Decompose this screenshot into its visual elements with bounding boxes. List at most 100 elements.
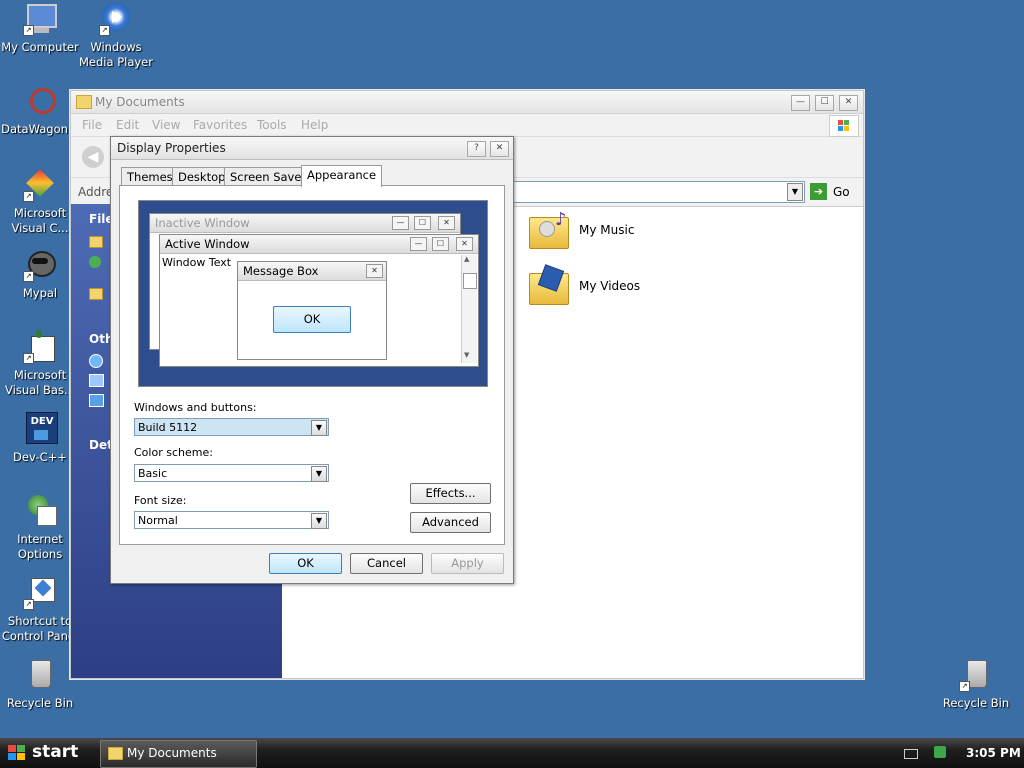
folder-icon <box>108 747 123 760</box>
tab-desktop[interactable]: Desktop <box>172 167 232 186</box>
folder-icon <box>76 95 92 109</box>
publish-icon[interactable] <box>89 256 101 268</box>
icon-label: DataWagon... <box>1 122 79 136</box>
preview-message-title: Message Box <box>243 264 319 278</box>
address-input[interactable] <box>513 181 805 203</box>
icon-label: Microsoft <box>13 368 67 382</box>
network-tray-icon[interactable] <box>934 746 946 758</box>
shortcut-arrow-icon: ↗ <box>959 681 970 692</box>
desktop-icon-datawagon[interactable]: DataWagon... <box>0 84 80 137</box>
chevron-down-icon[interactable]: ▼ <box>311 420 327 436</box>
font-size-value: Normal <box>138 514 178 527</box>
explorer-title: My Documents <box>95 95 185 109</box>
start-button[interactable]: start <box>0 738 88 768</box>
preview-ok-button: OK <box>273 306 351 333</box>
help-button[interactable]: ? <box>467 141 486 157</box>
menu-tools[interactable]: Tools <box>257 118 287 132</box>
taskbar-item-label: My Documents <box>127 746 217 760</box>
icon-label: Shortcut to <box>7 614 73 628</box>
menu-help[interactable]: Help <box>301 118 328 132</box>
icon-label: Visual C... <box>11 221 69 235</box>
dev-cpp-icon: DEV <box>23 412 58 446</box>
appearance-preview: Inactive Window — ☐ ✕ Active Window — ☐ … <box>138 200 488 387</box>
ie-icon[interactable] <box>89 354 103 368</box>
clock[interactable]: 3:05 PM <box>966 746 1021 760</box>
minimize-button[interactable]: — <box>791 95 810 111</box>
tab-appearance[interactable]: Appearance <box>301 165 383 187</box>
font-size-select[interactable]: Normal ▼ <box>134 511 329 529</box>
menu-file[interactable]: File <box>82 118 102 132</box>
desktop-icon-dev-cpp[interactable]: DEV Dev-C++ <box>0 412 80 465</box>
preview-scrollbar: ▲ ▼ <box>461 255 477 363</box>
dialog-close-button[interactable]: ✕ <box>490 141 509 157</box>
chevron-down-icon[interactable]: ▼ <box>311 466 327 482</box>
windows-buttons-value: Build 5112 <box>138 421 198 434</box>
display-properties-dialog[interactable]: Display Properties ? ✕ Themes Desktop Sc… <box>110 136 514 584</box>
system-tray: 3:05 PM <box>884 738 1024 768</box>
taskbar-item-my-documents[interactable]: My Documents <box>100 740 257 768</box>
shortcut-arrow-icon: ↗ <box>23 599 34 610</box>
address-dropdown-button[interactable]: ▼ <box>787 183 803 201</box>
ok-button[interactable]: OK <box>269 553 342 574</box>
taskbar: start My Documents 3:05 PM <box>0 738 1024 768</box>
color-scheme-select[interactable]: Basic ▼ <box>134 464 329 482</box>
font-size-label: Font size: <box>134 494 187 507</box>
windows-buttons-select[interactable]: Build 5112 ▼ <box>134 418 329 436</box>
tab-screen-saver[interactable]: Screen Saver <box>224 167 313 186</box>
back-arrow-icon[interactable]: ◀ <box>82 146 104 168</box>
desktop-icon-recycle-bin-right[interactable]: ↗ Recycle Bin <box>936 658 1016 711</box>
go-arrow-icon[interactable]: ➔ <box>810 183 827 200</box>
desktop-icon-mypal[interactable]: ↗ Mypal <box>0 248 80 301</box>
control-panel-icon: ↗ <box>23 576 57 610</box>
menu-edit[interactable]: Edit <box>116 118 139 132</box>
desktop-icon-control-panel[interactable]: ↗ Shortcut to Control Panel <box>0 576 80 644</box>
icon-label: Microsoft <box>13 206 67 220</box>
recycle-bin-icon <box>23 658 57 692</box>
icon-label: Mypal <box>22 286 58 300</box>
icon-label: My Computer <box>1 40 79 54</box>
my-music-label[interactable]: My Music <box>579 223 634 237</box>
raccoon-icon: ↗ <box>23 248 57 282</box>
appearance-page: Inactive Window — ☐ ✕ Active Window — ☐ … <box>119 185 505 545</box>
dialog-title: Display Properties <box>117 141 226 155</box>
shortcut-arrow-icon: ↗ <box>23 191 34 202</box>
desktop-icon-visual-basic[interactable]: ↗ Microsoft Visual Bas... <box>0 330 80 398</box>
dialog-titlebar[interactable]: Display Properties ? ✕ <box>111 137 513 160</box>
shortcut-arrow-icon: ↗ <box>23 271 34 282</box>
visual-basic-icon: ↗ <box>23 330 57 364</box>
desktop-icon-media-player[interactable]: ↗ Windows Media Player <box>76 2 156 70</box>
network-icon[interactable] <box>89 394 104 407</box>
desktop-icon-my-computer[interactable]: ↗ My Computer <box>0 2 80 55</box>
icon-label: Options <box>17 547 63 561</box>
share-folder-icon[interactable] <box>89 288 103 300</box>
new-folder-icon[interactable] <box>89 236 103 248</box>
apply-button[interactable]: Apply <box>431 553 504 574</box>
menu-view[interactable]: View <box>152 118 180 132</box>
datawagon-icon <box>23 84 57 118</box>
explorer-titlebar[interactable]: My Documents — ☐ ✕ <box>71 91 863 114</box>
desktop-icon-internet-options[interactable]: Internet Options <box>0 494 80 562</box>
video-folder-icon[interactable] <box>527 264 571 305</box>
keyboard-icon[interactable] <box>904 749 918 759</box>
windows-flag-icon <box>8 745 26 761</box>
color-scheme-value: Basic <box>138 467 168 480</box>
my-videos-label[interactable]: My Videos <box>579 279 640 293</box>
shortcut-arrow-icon: ↗ <box>23 353 34 364</box>
tab-themes[interactable]: Themes <box>121 167 179 186</box>
desktop-icon-visual-c[interactable]: ↗ Microsoft Visual C... <box>0 168 80 236</box>
maximize-button[interactable]: ☐ <box>815 95 834 111</box>
computer-small-icon[interactable] <box>89 374 104 387</box>
cancel-button[interactable]: Cancel <box>350 553 423 574</box>
advanced-button[interactable]: Advanced <box>410 512 491 533</box>
icon-label: Visual Bas... <box>5 383 75 397</box>
music-folder-icon[interactable]: ♪ <box>527 209 571 249</box>
icon-label: Windows <box>90 40 142 54</box>
preview-inactive-title: Inactive Window <box>155 216 250 230</box>
effects-button[interactable]: Effects... <box>410 483 491 504</box>
chevron-down-icon[interactable]: ▼ <box>311 513 327 529</box>
close-button[interactable]: ✕ <box>839 95 858 111</box>
desktop-icon-recycle-bin[interactable]: Recycle Bin <box>0 658 80 711</box>
windows-logo-icon <box>829 115 859 137</box>
menu-favorites[interactable]: Favorites <box>193 118 247 132</box>
go-label[interactable]: Go <box>833 185 850 199</box>
